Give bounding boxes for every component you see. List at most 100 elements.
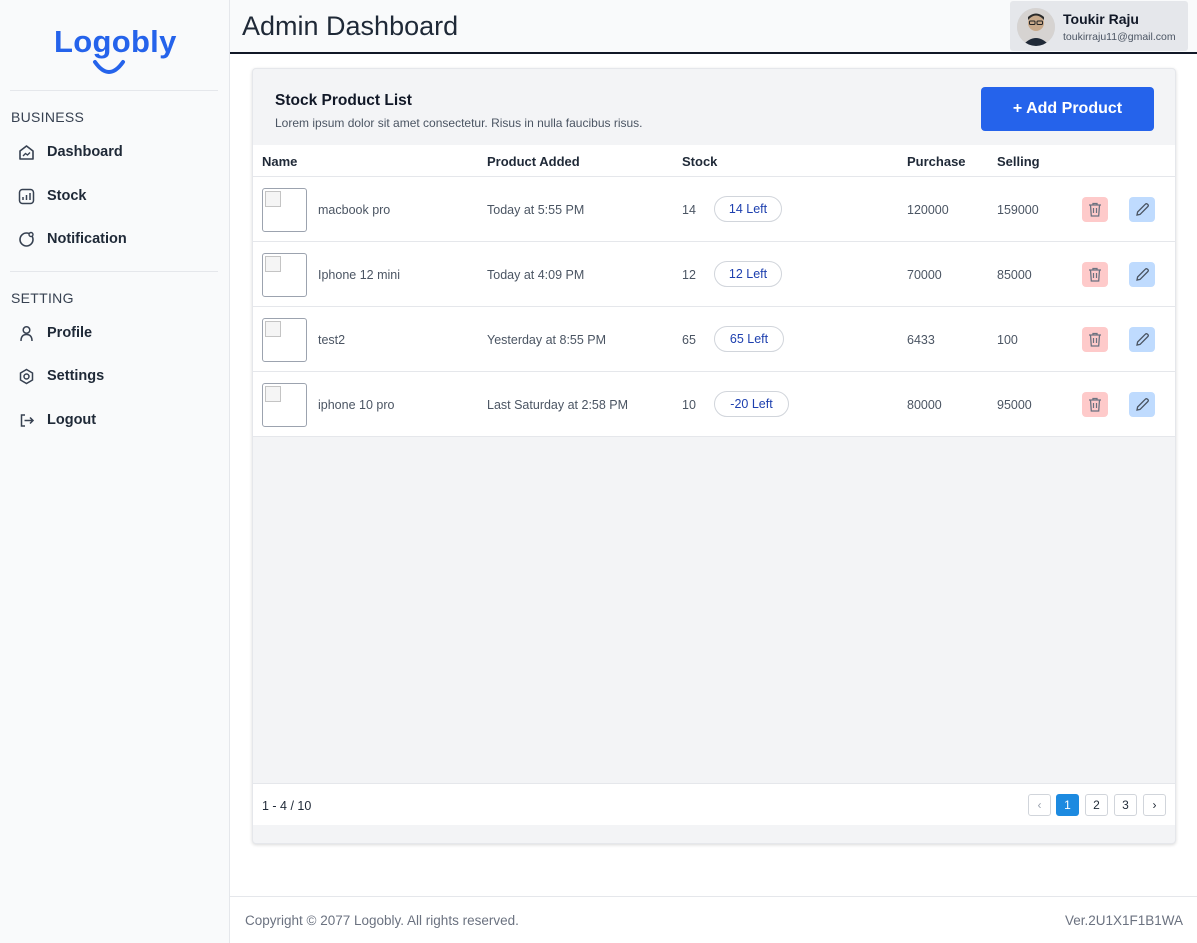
product-image bbox=[262, 383, 307, 427]
sidebar-item-settings[interactable]: Settings bbox=[18, 364, 104, 388]
product-table: Name Product Added Stock Purchase Sellin… bbox=[253, 145, 1175, 437]
product-name: Iphone 12 mini bbox=[318, 268, 401, 282]
pencil-icon bbox=[1135, 203, 1149, 216]
user-icon bbox=[18, 325, 35, 342]
stock-count: 10 bbox=[682, 398, 696, 412]
selling-price: 95000 bbox=[997, 398, 1032, 412]
sidebar: Logobly BUSINESS Dashboard Stock Notific… bbox=[0, 0, 230, 943]
column-header-stock: Stock bbox=[682, 154, 718, 169]
prev-page-button[interactable]: ‹ bbox=[1028, 794, 1051, 816]
page-button-2[interactable]: 2 bbox=[1085, 794, 1108, 816]
pencil-icon bbox=[1135, 398, 1149, 411]
sidebar-item-label: Dashboard bbox=[47, 144, 123, 160]
sidebar-item-label: Profile bbox=[47, 325, 93, 341]
column-header-purchase: Purchase bbox=[907, 154, 966, 169]
selling-price: 100 bbox=[997, 333, 1018, 347]
trash-icon bbox=[1089, 332, 1101, 347]
section-title-business: BUSINESS bbox=[11, 109, 85, 125]
pagination-range: 1 - 4 / 10 bbox=[262, 799, 312, 813]
edit-button[interactable] bbox=[1129, 197, 1155, 222]
purchase-price: 70000 bbox=[907, 268, 942, 282]
stock-left-badge: 14 Left bbox=[714, 196, 782, 222]
card-subtitle: Lorem ipsum dolor sit amet consectetur. … bbox=[275, 116, 643, 130]
sidebar-item-label: Settings bbox=[47, 368, 105, 384]
sidebar-item-label: Stock bbox=[47, 188, 87, 204]
stock-count: 65 bbox=[682, 333, 696, 347]
table-row: iphone 10 pro Last Saturday at 2:58 PM 1… bbox=[253, 372, 1175, 437]
selling-price: 159000 bbox=[997, 203, 1039, 217]
page-title: Admin Dashboard bbox=[242, 11, 459, 41]
stock-left-badge: -20 Left bbox=[714, 391, 789, 417]
sidebar-item-dashboard[interactable]: Dashboard bbox=[18, 140, 123, 164]
product-name: macbook pro bbox=[318, 203, 391, 217]
stock-left-badge: 12 Left bbox=[714, 261, 782, 287]
add-product-button[interactable]: + Add Product bbox=[981, 87, 1154, 131]
logo[interactable]: Logobly bbox=[54, 24, 176, 78]
product-image bbox=[262, 253, 307, 297]
page-button-3[interactable]: 3 bbox=[1114, 794, 1137, 816]
edit-button[interactable] bbox=[1129, 392, 1155, 417]
card-title: Stock Product List bbox=[275, 92, 412, 109]
next-page-button[interactable]: › bbox=[1143, 794, 1166, 816]
stock-icon bbox=[18, 188, 35, 205]
stock-count: 12 bbox=[682, 268, 696, 282]
sidebar-item-profile[interactable]: Profile bbox=[18, 321, 92, 345]
logout-icon bbox=[18, 412, 35, 429]
sidebar-item-stock[interactable]: Stock bbox=[18, 184, 87, 208]
product-image bbox=[262, 188, 307, 232]
product-name: iphone 10 pro bbox=[318, 398, 395, 412]
stock-product-card: Stock Product List Lorem ipsum dolor sit… bbox=[252, 68, 1176, 844]
sidebar-item-notification[interactable]: Notification bbox=[18, 227, 127, 251]
product-name: test2 bbox=[318, 333, 346, 347]
purchase-price: 120000 bbox=[907, 203, 949, 217]
logo-text: Logobly bbox=[54, 24, 177, 59]
sidebar-item-label: Notification bbox=[47, 231, 127, 247]
product-added: Today at 4:09 PM bbox=[487, 268, 585, 282]
section-title-setting: SETTING bbox=[11, 290, 74, 306]
selling-price: 85000 bbox=[997, 268, 1032, 282]
table-row: Iphone 12 mini Today at 4:09 PM 12 12 Le… bbox=[253, 242, 1175, 307]
delete-button[interactable] bbox=[1082, 262, 1108, 287]
dashboard-icon bbox=[18, 144, 35, 161]
trash-icon bbox=[1089, 267, 1101, 282]
product-added: Today at 5:55 PM bbox=[487, 203, 585, 217]
edit-button[interactable] bbox=[1129, 262, 1155, 287]
column-header-name: Name bbox=[262, 154, 298, 169]
purchase-price: 6433 bbox=[907, 333, 935, 347]
page-footer: Copyright © 2077 Logobly. All rights res… bbox=[230, 896, 1197, 943]
sidebar-item-label: Logout bbox=[47, 412, 97, 428]
product-added: Yesterday at 8:55 PM bbox=[487, 333, 607, 347]
pencil-icon bbox=[1135, 333, 1149, 346]
sidebar-divider bbox=[10, 90, 218, 91]
table-row: macbook pro Today at 5:55 PM 14 14 Left … bbox=[253, 177, 1175, 242]
notification-icon bbox=[18, 231, 35, 248]
edit-button[interactable] bbox=[1129, 327, 1155, 352]
trash-icon bbox=[1089, 202, 1101, 217]
stock-left-badge: 65 Left bbox=[714, 326, 784, 352]
pencil-icon bbox=[1135, 268, 1149, 281]
column-header-added: Product Added bbox=[487, 154, 580, 169]
delete-button[interactable] bbox=[1082, 392, 1108, 417]
table-row: test2 Yesterday at 8:55 PM 65 65 Left 64… bbox=[253, 307, 1175, 372]
column-header-selling: Selling bbox=[997, 154, 1040, 169]
user-profile-card[interactable]: Toukir Raju toukirraju11@gmail.com bbox=[1010, 1, 1188, 51]
sidebar-divider bbox=[10, 271, 218, 272]
copyright-text: Copyright © 2077 Logobly. All rights res… bbox=[245, 913, 519, 928]
avatar bbox=[1017, 8, 1055, 46]
trash-icon bbox=[1089, 397, 1101, 412]
user-name: Toukir Raju bbox=[1063, 11, 1139, 27]
page-button-1[interactable]: 1 bbox=[1056, 794, 1079, 816]
table-header: Name Product Added Stock Purchase Sellin… bbox=[253, 145, 1175, 177]
sidebar-item-logout[interactable]: Logout bbox=[18, 408, 96, 432]
settings-icon bbox=[18, 368, 35, 385]
user-email: toukirraju11@gmail.com bbox=[1063, 31, 1176, 43]
delete-button[interactable] bbox=[1082, 197, 1108, 222]
product-image bbox=[262, 318, 307, 362]
product-added: Last Saturday at 2:58 PM bbox=[487, 398, 629, 412]
stock-count: 14 bbox=[682, 203, 696, 217]
table-pagination: 1 - 4 / 10 ‹ 1 2 3 › bbox=[253, 783, 1175, 825]
top-header: Admin Dashboard Toukir Raju toukirraju11… bbox=[230, 0, 1197, 54]
version-text: Ver.2U1X1F1B1WA bbox=[1064, 913, 1183, 928]
logo-smile-icon bbox=[93, 60, 125, 74]
delete-button[interactable] bbox=[1082, 327, 1108, 352]
